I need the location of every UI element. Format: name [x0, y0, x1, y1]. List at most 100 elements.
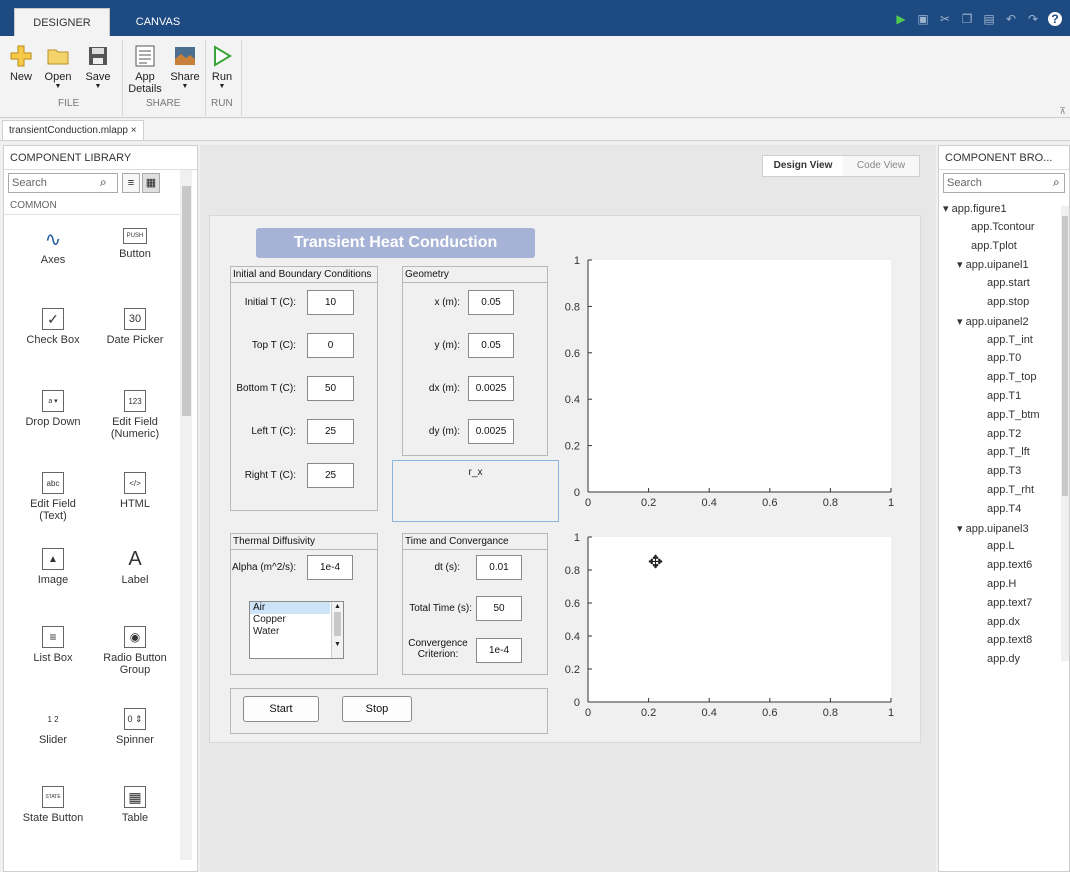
tree-item[interactable]: ▾ app.uipanel3: [957, 522, 1029, 535]
library-scrollbar-thumb[interactable]: [182, 186, 191, 416]
temperature-plot-axes-svg[interactable]: 0 0.2 0.4 0.6 0.8 1 0 0.2 0.4 0.6 0.8 1: [556, 527, 906, 722]
copy-icon[interactable]: ❐: [960, 12, 974, 26]
listbox-scrollbar[interactable]: ▲ ▼: [331, 602, 343, 658]
save-button[interactable]: Save ▼: [80, 40, 116, 91]
component-html[interactable]: </> HTML: [90, 472, 180, 510]
left-t-field[interactable]: 25: [307, 419, 354, 444]
browser-scrollbar-thumb[interactable]: [1062, 216, 1068, 496]
component-slider[interactable]: 1 2 Slider: [8, 708, 98, 746]
redo-icon[interactable]: ↷: [1026, 12, 1040, 26]
component-axes[interactable]: ∿ Axes: [8, 228, 98, 266]
component-numeric-field[interactable]: 123 Edit Field (Numeric): [90, 390, 180, 440]
initial-t-field[interactable]: 10: [307, 290, 354, 315]
tree-item[interactable]: app.L: [987, 540, 1015, 552]
tree-item[interactable]: app.H: [987, 578, 1016, 590]
component-label[interactable]: A Label: [90, 548, 180, 587]
app-details-button[interactable]: App Details: [126, 40, 164, 95]
component-radio-group[interactable]: ◉ Radio Button Group: [90, 626, 180, 676]
new-button[interactable]: New: [4, 40, 38, 83]
component-checkbox[interactable]: ✓ Check Box: [8, 308, 98, 346]
cut-icon[interactable]: ✂: [938, 12, 952, 26]
tab-designer[interactable]: DESIGNER: [14, 8, 110, 36]
tree-item[interactable]: app.stop: [987, 296, 1029, 308]
component-text-field[interactable]: abc Edit Field (Text): [8, 472, 98, 522]
share-button[interactable]: Share ▼: [166, 40, 204, 91]
contour-axes[interactable]: 0 0.2 0.4 0.6 0.8 1 0 0.2 0.4 0.6 0.8 1: [556, 250, 906, 512]
listbox-scroll-thumb[interactable]: [334, 612, 341, 636]
help-icon[interactable]: ?: [1048, 12, 1062, 26]
expand-icon[interactable]: ▾: [957, 259, 966, 271]
total-time-field[interactable]: 50: [476, 596, 522, 621]
top-t-field[interactable]: 0: [307, 333, 354, 358]
alpha-field[interactable]: 1e-4: [307, 555, 353, 580]
rx-display[interactable]: r_x: [392, 460, 559, 522]
component-list-box[interactable]: ≡ List Box: [8, 626, 98, 664]
tree-item[interactable]: app.text7: [987, 597, 1032, 609]
design-view-button[interactable]: Design View: [763, 156, 843, 176]
tree-item[interactable]: app.T2: [987, 428, 1021, 440]
dx-field[interactable]: 0.0025: [468, 376, 514, 401]
convergence-field[interactable]: 1e-4: [476, 638, 522, 663]
browser-search-input[interactable]: Search: [943, 173, 1065, 193]
expand-icon[interactable]: ▾: [957, 316, 966, 328]
paste-icon[interactable]: ▤: [982, 12, 996, 26]
list-item[interactable]: Water: [250, 626, 330, 638]
chevron-down-icon[interactable]: ▼: [332, 636, 343, 654]
tree-item[interactable]: app.start: [987, 277, 1030, 289]
start-button[interactable]: Start: [243, 696, 319, 722]
grid-view-icon[interactable]: ▦: [142, 173, 160, 193]
component-drop-down[interactable]: a ▾ Drop Down: [8, 390, 98, 428]
list-view-icon[interactable]: ≡: [122, 173, 140, 193]
contour-axes-svg[interactable]: 0 0.2 0.4 0.6 0.8 1 0 0.2 0.4 0.6 0.8 1: [556, 250, 906, 512]
search-icon[interactable]: ⌕: [1053, 175, 1060, 190]
tree-item[interactable]: app.Tplot: [971, 240, 1017, 252]
tree-item[interactable]: app.dy: [987, 653, 1020, 665]
list-item[interactable]: Air: [250, 602, 330, 614]
tree-item[interactable]: app.T_lft: [987, 446, 1030, 458]
stop-button[interactable]: Stop: [342, 696, 412, 722]
tree-item[interactable]: app.Tcontour: [971, 221, 1035, 233]
component-table[interactable]: ▦ Table: [90, 786, 180, 824]
tree-item[interactable]: app.T3: [987, 465, 1021, 477]
tree-item[interactable]: app.text6: [987, 559, 1032, 571]
search-icon[interactable]: ⌕: [100, 175, 107, 190]
component-image[interactable]: ▲ Image: [8, 548, 98, 586]
file-tab[interactable]: transientConduction.mlapp ×: [2, 120, 144, 140]
tree-item[interactable]: app.T1: [987, 390, 1021, 402]
save-icon[interactable]: ▣: [916, 12, 930, 26]
run-button[interactable]: Run ▼: [208, 40, 236, 91]
chevron-up-icon[interactable]: ▲: [332, 602, 343, 612]
app-title-label[interactable]: Transient Heat Conduction: [256, 228, 535, 258]
component-button[interactable]: PUSH Button: [90, 228, 180, 260]
collapse-ribbon-icon[interactable]: ⊼: [1059, 106, 1066, 117]
run-icon[interactable]: ▶: [894, 12, 908, 26]
temperature-plot-axes[interactable]: 0 0.2 0.4 0.6 0.8 1 0 0.2 0.4 0.6 0.8 1: [556, 527, 906, 722]
expand-icon[interactable]: ▾: [943, 203, 952, 215]
tree-item[interactable]: ▾ app.uipanel1: [957, 258, 1029, 271]
dt-field[interactable]: 0.01: [476, 555, 522, 580]
tree-item[interactable]: app.T0: [987, 352, 1021, 364]
tree-item[interactable]: app.T4: [987, 503, 1021, 515]
tree-item[interactable]: app.T_rht: [987, 484, 1034, 496]
list-item[interactable]: Copper: [250, 614, 330, 626]
y-field[interactable]: 0.05: [468, 333, 514, 358]
undo-icon[interactable]: ↶: [1004, 12, 1018, 26]
tree-item[interactable]: ▾ app.uipanel2: [957, 315, 1029, 328]
tree-item[interactable]: app.T_top: [987, 371, 1037, 383]
tab-canvas[interactable]: CANVAS: [110, 8, 206, 36]
open-button[interactable]: Open ▼: [38, 40, 78, 91]
bottom-t-field[interactable]: 50: [307, 376, 354, 401]
right-t-field[interactable]: 25: [307, 463, 354, 488]
expand-icon[interactable]: ▾: [957, 523, 966, 535]
tree-item[interactable]: app.T_int: [987, 334, 1033, 346]
tree-item[interactable]: app.T_btm: [987, 409, 1040, 421]
tree-item[interactable]: app.text8: [987, 634, 1032, 646]
component-spinner[interactable]: 0 ⇕ Spinner: [90, 708, 180, 746]
tree-item[interactable]: app.dx: [987, 616, 1020, 628]
material-listbox[interactable]: Air Copper Water ▲ ▼: [249, 601, 344, 659]
component-state-button[interactable]: STATE State Button: [8, 786, 98, 824]
dy-field[interactable]: 0.0025: [468, 419, 514, 444]
component-date-picker[interactable]: 30 Date Picker: [90, 308, 180, 346]
x-field[interactable]: 0.05: [468, 290, 514, 315]
code-view-button[interactable]: Code View: [843, 156, 919, 176]
